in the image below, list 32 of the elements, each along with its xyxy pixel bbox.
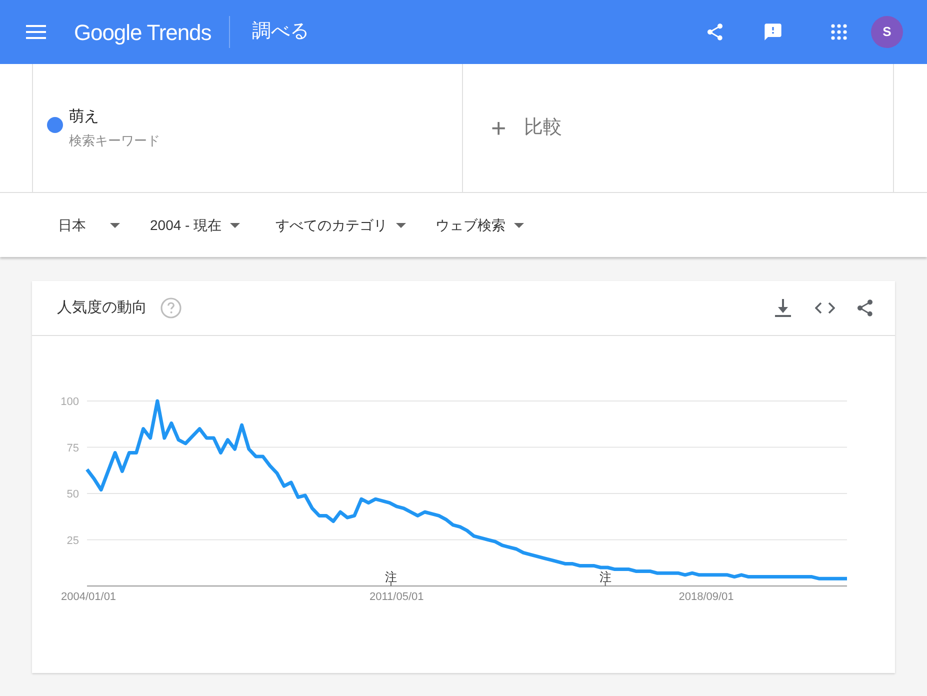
y-tick-label: 75 bbox=[66, 442, 79, 454]
card-title: 人気度の動向 bbox=[57, 298, 147, 318]
logo[interactable]: Google Trends bbox=[74, 16, 212, 48]
y-tick-label: 25 bbox=[66, 534, 79, 547]
menu-icon[interactable] bbox=[26, 25, 46, 39]
download-icon[interactable] bbox=[775, 299, 791, 317]
caret-icon bbox=[110, 222, 120, 228]
apps-icon[interactable] bbox=[831, 24, 847, 40]
note-marker[interactable]: 注 bbox=[385, 570, 397, 584]
page-title: 調べる bbox=[252, 20, 310, 44]
feedback-icon[interactable] bbox=[763, 22, 783, 42]
x-tick-label: 2004/01/01 bbox=[61, 591, 116, 603]
avatar[interactable]: S bbox=[871, 16, 903, 48]
compare-button[interactable]: + 比較 bbox=[491, 114, 562, 142]
share-icon[interactable] bbox=[705, 22, 725, 42]
embed-code-icon[interactable] bbox=[815, 302, 835, 314]
y-tick-label: 100 bbox=[60, 396, 79, 408]
filter-dropdown[interactable]: ウェブ検索 bbox=[436, 214, 524, 236]
search-term[interactable]: 萌え bbox=[69, 106, 160, 128]
caret-icon bbox=[514, 222, 524, 228]
filter-dropdown[interactable]: すべてのカテゴリ bbox=[276, 214, 406, 236]
y-tick-label: 50 bbox=[66, 488, 79, 500]
filter-dropdown[interactable]: 2004 - 現在 bbox=[150, 214, 240, 236]
note-marker[interactable]: 注 bbox=[599, 570, 612, 584]
caret-icon bbox=[396, 222, 406, 228]
x-tick-label: 2011/05/01 bbox=[370, 591, 424, 603]
filter-dropdown[interactable]: 日本 bbox=[58, 214, 120, 236]
help-icon[interactable] bbox=[160, 297, 182, 319]
caret-icon bbox=[230, 222, 240, 228]
share-icon[interactable] bbox=[855, 298, 875, 318]
x-tick-label: 2018/09/01 bbox=[678, 591, 734, 603]
term-caption: 検索キーワード bbox=[69, 132, 160, 150]
